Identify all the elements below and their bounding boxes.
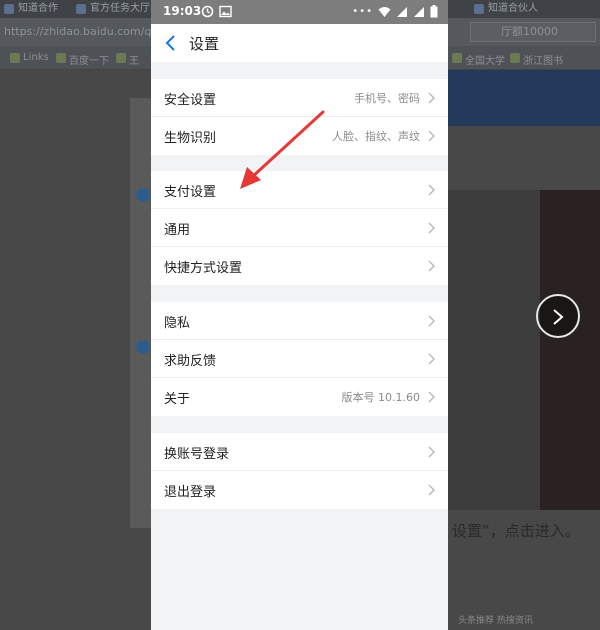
status-bar: 19:03 ••• (151, 0, 448, 24)
settings-item-general[interactable]: 通用 (151, 209, 448, 247)
status-time: 19:03 (163, 4, 202, 18)
chevron-right-icon (428, 184, 435, 196)
page-avatar-icon (136, 340, 150, 354)
signal-icon (414, 6, 424, 17)
settings-item-label: 退出登录 (164, 485, 217, 500)
browser-search-box[interactable]: 厅额10000 (470, 22, 596, 42)
settings-item-label: 关于 (164, 392, 191, 407)
browser-url[interactable]: https://zhidao.baidu.com/q (4, 25, 151, 38)
battery-icon (430, 5, 438, 18)
chevron-right-icon (428, 315, 435, 327)
sync-icon (201, 5, 214, 18)
settings-item-value: 版本号 10.1.60 (341, 391, 420, 404)
bookmark-item[interactable]: 百度一下 (56, 52, 109, 67)
wifi-icon (378, 6, 391, 17)
settings-item-label: 换账号登录 (164, 447, 230, 462)
browser-tab[interactable]: 官方任务大厅 (72, 0, 150, 18)
page-bottom-bar: 头条推荐 热搜资讯 (458, 616, 533, 626)
more-dots-icon: ••• (352, 6, 373, 17)
browser-tab[interactable]: 知道合伙人 (470, 0, 600, 18)
settings-item-biometrics[interactable]: 生物识别 人脸、指纹、声纹 (151, 117, 448, 155)
bookmark-item[interactable]: 浙江图书 (510, 52, 563, 67)
settings-item-label: 通用 (164, 223, 191, 238)
settings-group: 隐私 求助反馈 关于 版本号 10.1.60 (151, 302, 448, 416)
settings-item-label: 支付设置 (164, 185, 217, 200)
bookmark-item[interactable]: 王 (116, 52, 139, 67)
chevron-right-icon (428, 446, 435, 458)
image-icon (219, 5, 232, 18)
settings-item-switch-account[interactable]: 换账号登录 (151, 433, 448, 471)
phone-screen: 19:03 ••• 设置 安全设置 手机号、密码 生物识别 人脸、指纹、声纹 支… (151, 0, 448, 630)
settings-item-help-feedback[interactable]: 求助反馈 (151, 340, 448, 378)
settings-item-label: 隐私 (164, 316, 191, 331)
status-left-icons (201, 5, 232, 18)
settings-item-label: 安全设置 (164, 93, 217, 108)
settings-header: 设置 (151, 24, 448, 62)
chevron-right-icon (428, 130, 435, 142)
chevron-right-icon (428, 353, 435, 365)
settings-item-shortcuts[interactable]: 快捷方式设置 (151, 247, 448, 285)
settings-group: 安全设置 手机号、密码 生物识别 人脸、指纹、声纹 (151, 79, 448, 155)
settings-item-label: 求助反馈 (164, 354, 217, 369)
page-avatar-icon (136, 188, 150, 202)
chevron-right-icon (428, 391, 435, 403)
bookmark-item[interactable]: Links (10, 52, 49, 63)
chevron-right-icon (428, 484, 435, 496)
bookmark-item[interactable]: 全国大学 (452, 52, 505, 67)
page-title: 设置 (189, 35, 220, 53)
chevron-right-icon (553, 309, 564, 325)
settings-item-value: 手机号、密码 (354, 92, 420, 105)
settings-item-payment[interactable]: 支付设置 (151, 171, 448, 209)
chevron-right-icon (428, 92, 435, 104)
browser-tab[interactable]: 知道合作 (0, 0, 70, 18)
page-image-dark (540, 190, 600, 510)
settings-item-privacy[interactable]: 隐私 (151, 302, 448, 340)
settings-item-about[interactable]: 关于 版本号 10.1.60 (151, 378, 448, 416)
page-thumbnail (448, 70, 600, 126)
signal-icon (397, 6, 407, 17)
settings-item-security[interactable]: 安全设置 手机号、密码 (151, 79, 448, 117)
settings-group: 支付设置 通用 快捷方式设置 (151, 171, 448, 285)
settings-item-label: 快捷方式设置 (164, 261, 243, 276)
next-image-button[interactable] (536, 294, 580, 338)
settings-item-value: 人脸、指纹、声纹 (332, 130, 420, 143)
chevron-right-icon (428, 260, 435, 272)
status-right-icons: ••• (352, 5, 438, 18)
settings-item-label: 生物识别 (164, 131, 217, 146)
chevron-right-icon (428, 222, 435, 234)
back-arrow-icon[interactable] (163, 34, 179, 52)
settings-group: 换账号登录 退出登录 (151, 433, 448, 509)
page-body-text: 设置”，点击进入。 (452, 522, 580, 540)
settings-item-logout[interactable]: 退出登录 (151, 471, 448, 509)
